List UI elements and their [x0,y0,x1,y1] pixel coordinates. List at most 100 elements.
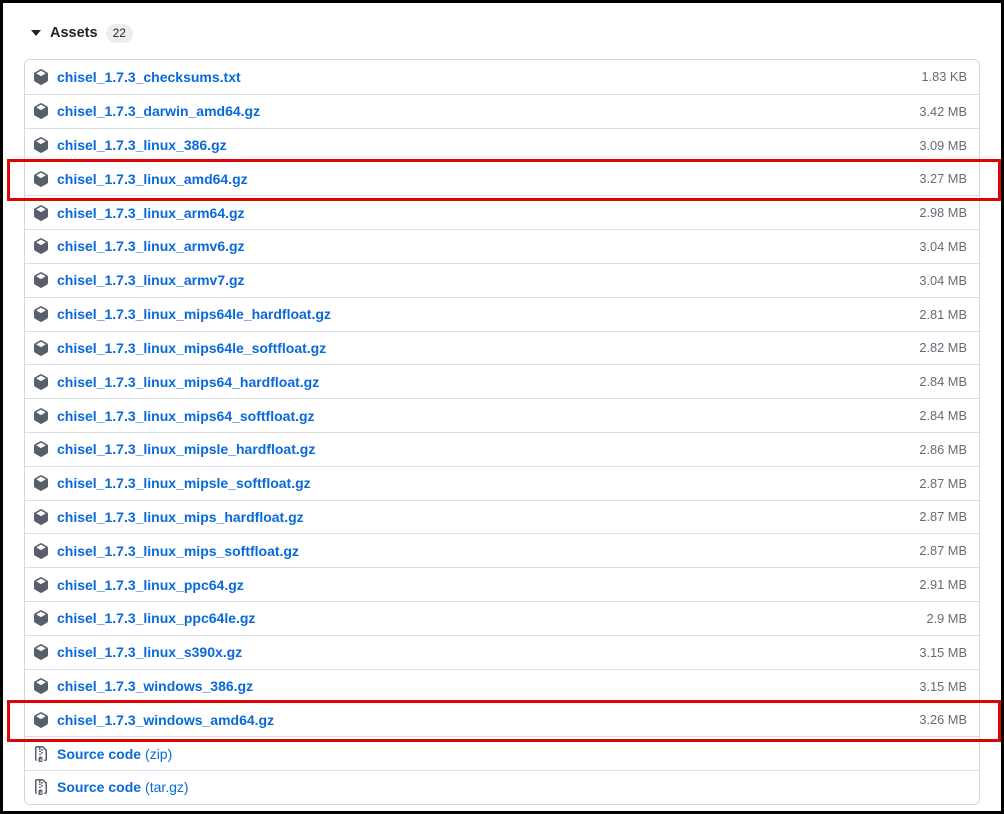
asset-name: chisel_1.7.3_windows_386.gz [57,678,253,694]
asset-size: 2.81 MB [919,307,967,322]
asset-link[interactable]: chisel_1.7.3_linux_ppc64le.gz [57,610,910,626]
asset-name: chisel_1.7.3_linux_mips64le_hardfloat.gz [57,306,331,322]
asset-link[interactable]: chisel_1.7.3_linux_armv7.gz [57,272,903,288]
asset-row: chisel_1.7.3_linux_amd64.gz 3.27 MB [25,161,979,195]
assets-section: Assets 22 chisel_1.7.3_checksums.txt 1.8… [3,3,1001,805]
asset-link[interactable]: chisel_1.7.3_windows_amd64.gz [57,712,903,728]
package-icon [33,577,49,593]
package-icon [33,205,49,221]
asset-link[interactable]: chisel_1.7.3_checksums.txt [57,69,905,85]
package-icon [33,610,49,626]
asset-size: 3.27 MB [919,171,967,186]
asset-link[interactable]: chisel_1.7.3_linux_mips_softfloat.gz [57,543,903,559]
package-icon [33,712,49,728]
asset-link[interactable]: Source code(zip) [57,746,951,762]
asset-size: 3.26 MB [919,712,967,727]
asset-link[interactable]: chisel_1.7.3_linux_mipsle_softfloat.gz [57,475,903,491]
package-icon [33,340,49,356]
asset-size: 3.42 MB [919,104,967,119]
asset-name: chisel_1.7.3_linux_s390x.gz [57,644,242,660]
asset-link[interactable]: chisel_1.7.3_linux_arm64.gz [57,205,903,221]
assets-header: Assets 22 [24,22,980,44]
asset-size: 3.04 MB [919,239,967,254]
asset-size: 3.04 MB [919,273,967,288]
asset-name: chisel_1.7.3_linux_ppc64.gz [57,577,244,593]
asset-row: chisel_1.7.3_linux_s390x.gz 3.15 MB [25,635,979,669]
asset-name: chisel_1.7.3_linux_mipsle_softfloat.gz [57,475,311,491]
asset-link[interactable]: chisel_1.7.3_linux_ppc64.gz [57,577,903,593]
asset-name: chisel_1.7.3_linux_armv7.gz [57,272,245,288]
asset-row: chisel_1.7.3_linux_mips64le_softfloat.gz… [25,331,979,365]
asset-row: Source code(tar.gz) [25,770,979,804]
file-zip-icon [33,779,49,795]
asset-name-suffix: (tar.gz) [145,779,189,795]
asset-link[interactable]: chisel_1.7.3_linux_s390x.gz [57,644,903,660]
asset-name: chisel_1.7.3_linux_mips64le_softfloat.gz [57,340,326,356]
asset-link[interactable]: chisel_1.7.3_linux_mips64_softfloat.gz [57,408,903,424]
asset-name: chisel_1.7.3_windows_amd64.gz [57,712,274,728]
asset-name: Source code [57,746,141,762]
asset-name: chisel_1.7.3_linux_mips64_softfloat.gz [57,408,315,424]
asset-size: 2.87 MB [919,476,967,491]
asset-name: chisel_1.7.3_linux_mips_softfloat.gz [57,543,299,559]
asset-row: chisel_1.7.3_linux_386.gz 3.09 MB [25,128,979,162]
package-icon [33,137,49,153]
asset-row: chisel_1.7.3_linux_mipsle_softfloat.gz 2… [25,466,979,500]
package-icon [33,374,49,390]
asset-link[interactable]: chisel_1.7.3_linux_mips_hardfloat.gz [57,509,903,525]
asset-link[interactable]: chisel_1.7.3_linux_armv6.gz [57,238,903,254]
asset-name: chisel_1.7.3_linux_mipsle_hardfloat.gz [57,441,315,457]
asset-row: chisel_1.7.3_windows_amd64.gz 3.26 MB [25,702,979,736]
asset-row: Source code(zip) [25,736,979,770]
asset-name: chisel_1.7.3_darwin_amd64.gz [57,103,260,119]
assets-heading: Assets [50,25,98,41]
package-icon [33,678,49,694]
asset-size: 2.82 MB [919,340,967,355]
asset-name-suffix: (zip) [145,746,172,762]
asset-link[interactable]: Source code(tar.gz) [57,779,951,795]
asset-row: chisel_1.7.3_linux_ppc64le.gz 2.9 MB [25,601,979,635]
asset-size: 2.84 MB [919,374,967,389]
asset-size: 3.15 MB [919,645,967,660]
package-icon [33,272,49,288]
asset-link[interactable]: chisel_1.7.3_linux_mips64le_hardfloat.gz [57,306,903,322]
asset-link[interactable]: chisel_1.7.3_linux_mips64le_softfloat.gz [57,340,903,356]
asset-size: 2.84 MB [919,408,967,423]
asset-row: chisel_1.7.3_windows_386.gz 3.15 MB [25,669,979,703]
asset-name: chisel_1.7.3_linux_386.gz [57,137,227,153]
asset-link[interactable]: chisel_1.7.3_darwin_amd64.gz [57,103,903,119]
package-icon [33,543,49,559]
asset-name: Source code [57,779,141,795]
asset-size: 2.87 MB [919,543,967,558]
asset-size: 2.9 MB [926,611,967,626]
asset-link[interactable]: chisel_1.7.3_linux_386.gz [57,137,903,153]
triangle-down-icon[interactable] [31,30,41,36]
package-icon [33,441,49,457]
asset-size: 2.91 MB [919,577,967,592]
package-icon [33,103,49,119]
asset-row: chisel_1.7.3_darwin_amd64.gz 3.42 MB [25,94,979,128]
asset-row: chisel_1.7.3_linux_mips64le_hardfloat.gz… [25,297,979,331]
asset-list: chisel_1.7.3_checksums.txt 1.83 KB chise… [24,59,980,805]
asset-row: chisel_1.7.3_linux_mipsle_hardfloat.gz 2… [25,432,979,466]
package-icon [33,644,49,660]
asset-link[interactable]: chisel_1.7.3_windows_386.gz [57,678,903,694]
package-icon [33,306,49,322]
asset-name: chisel_1.7.3_linux_armv6.gz [57,238,245,254]
asset-name: chisel_1.7.3_checksums.txt [57,69,241,85]
asset-size: 2.87 MB [919,509,967,524]
package-icon [33,69,49,85]
asset-link[interactable]: chisel_1.7.3_linux_amd64.gz [57,171,903,187]
asset-link[interactable]: chisel_1.7.3_linux_mips64_hardfloat.gz [57,374,903,390]
asset-row: chisel_1.7.3_linux_armv7.gz 3.04 MB [25,263,979,297]
asset-name: chisel_1.7.3_linux_mips_hardfloat.gz [57,509,304,525]
asset-row: chisel_1.7.3_linux_ppc64.gz 2.91 MB [25,567,979,601]
asset-row: chisel_1.7.3_linux_mips_hardfloat.gz 2.8… [25,500,979,534]
asset-link[interactable]: chisel_1.7.3_linux_mipsle_hardfloat.gz [57,441,903,457]
asset-size: 1.83 KB [921,69,967,84]
asset-name: chisel_1.7.3_linux_arm64.gz [57,205,245,221]
package-icon [33,408,49,424]
asset-row: chisel_1.7.3_linux_mips64_hardfloat.gz 2… [25,364,979,398]
package-icon [33,238,49,254]
assets-count-badge: 22 [106,24,133,43]
